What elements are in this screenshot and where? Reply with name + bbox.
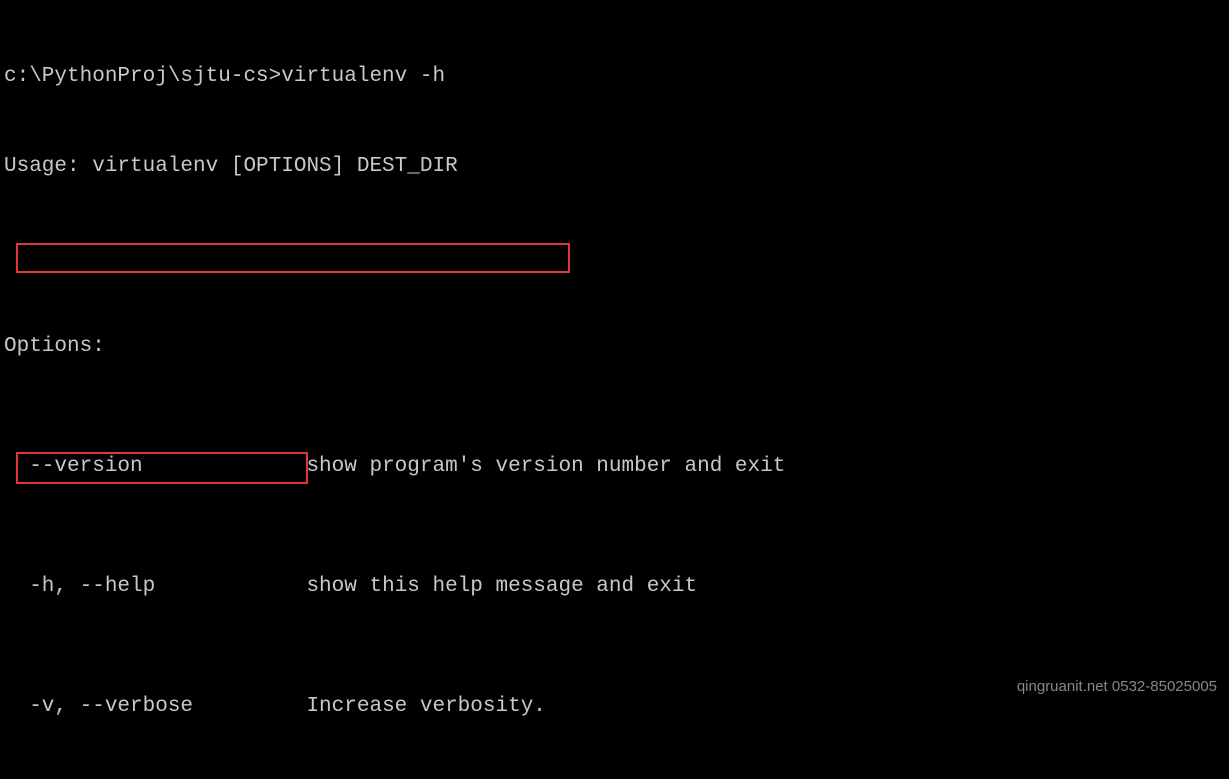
desc-verbose: Increase verbosity. bbox=[306, 695, 545, 718]
desc-version: show program's version number and exit bbox=[306, 455, 785, 478]
opt-help: -h, --help show this help message and ex… bbox=[4, 572, 1225, 602]
terminal-output: c:\PythonProj\sjtu-cs>virtualenv -h Usag… bbox=[0, 0, 1229, 779]
options-header: Options: bbox=[4, 332, 1225, 362]
flag-version: --version bbox=[4, 455, 306, 478]
watermark-text: qingruanit.net 0532-85025005 bbox=[1017, 672, 1217, 702]
opt-version: --version show program's version number … bbox=[4, 452, 1225, 482]
blank-line bbox=[4, 242, 1225, 272]
desc-help: show this help message and exit bbox=[306, 575, 697, 598]
flag-help: -h, --help bbox=[4, 575, 306, 598]
flag-verbose: -v, --verbose bbox=[4, 695, 306, 718]
usage-line: Usage: virtualenv [OPTIONS] DEST_DIR bbox=[4, 152, 1225, 182]
prompt-line[interactable]: c:\PythonProj\sjtu-cs>virtualenv -h bbox=[4, 62, 1225, 92]
